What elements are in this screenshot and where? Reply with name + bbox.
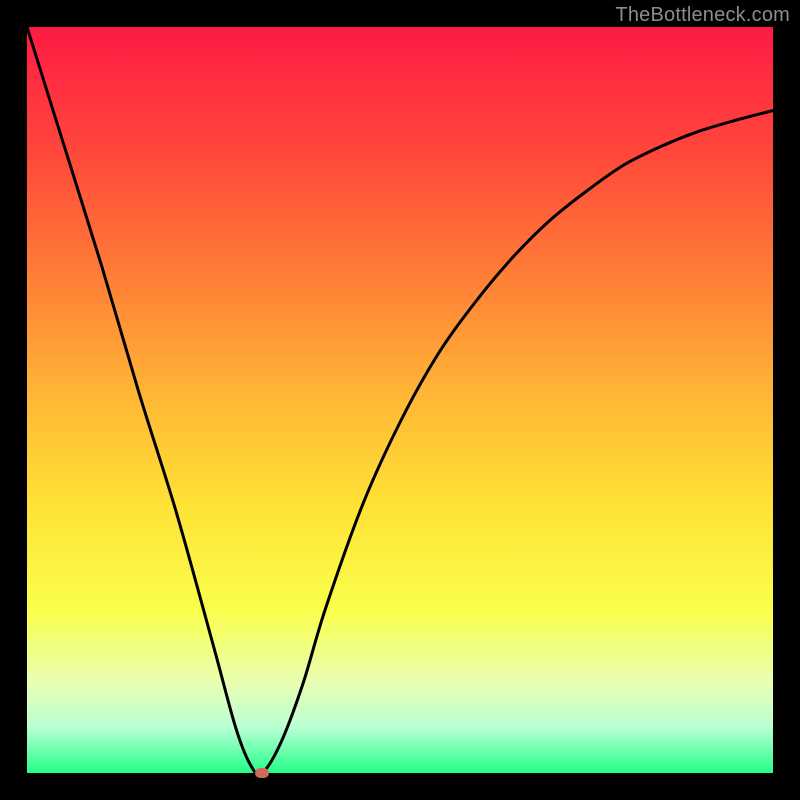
curve-svg xyxy=(27,27,773,773)
bottleneck-curve xyxy=(27,27,773,773)
plot-area xyxy=(27,27,773,773)
watermark-text: TheBottleneck.com xyxy=(615,4,790,27)
chart-frame: TheBottleneck.com xyxy=(0,0,800,800)
optimum-marker xyxy=(255,768,269,778)
